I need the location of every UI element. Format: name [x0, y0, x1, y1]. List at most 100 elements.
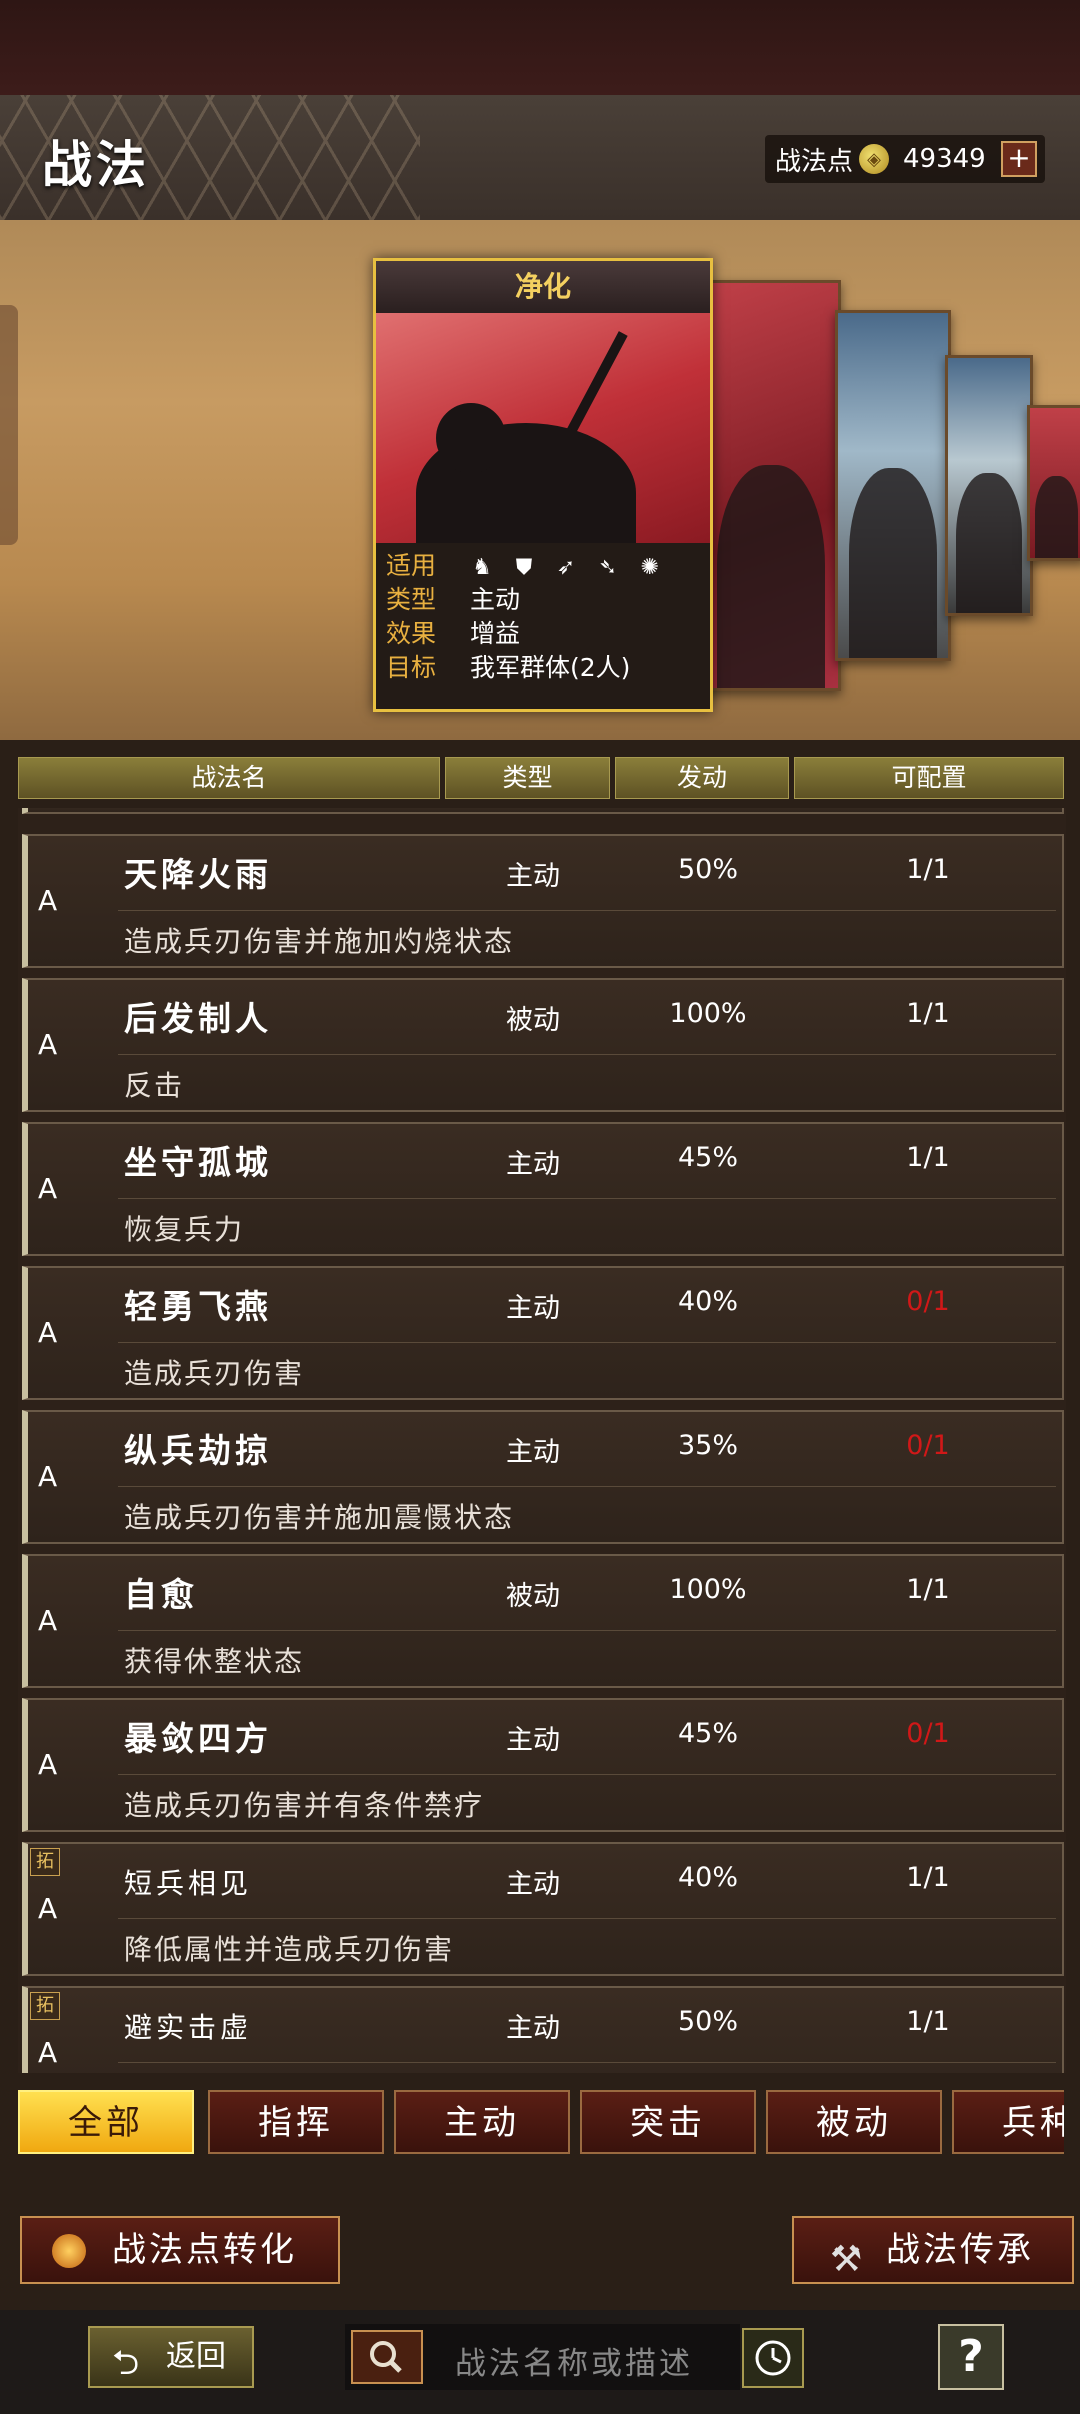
skill-trigger-rate: 35%: [677, 1430, 738, 1461]
skill-description: 恢复兵力: [124, 1213, 245, 1246]
skill-name: 后发制人: [124, 999, 272, 1038]
skill-type: 主动: [506, 1437, 560, 1468]
skill-config-count: 1/1: [906, 998, 950, 1029]
skill-trigger-rate: 45%: [677, 1142, 738, 1173]
convert-label: 战法点转化: [112, 2230, 297, 2270]
info-row-target: 目标 我军群体(2人): [386, 651, 700, 685]
skill-type: 主动: [506, 1293, 560, 1324]
info-value: 我军群体(2人): [470, 653, 631, 682]
skill-row[interactable]: A 纵兵劫掠 主动 35% 0/1 造成兵刃伤害并施加震慑状态: [22, 1410, 1064, 1544]
skill-card-preview[interactable]: [1027, 405, 1080, 561]
skill-name: 坐守孤城: [124, 1143, 272, 1182]
skill-row[interactable]: A 轻勇飞燕 主动 40% 0/1 造成兵刃伤害: [22, 1266, 1064, 1400]
column-header-name[interactable]: 战法名: [18, 757, 440, 799]
tab-assault[interactable]: 突击: [580, 2090, 756, 2154]
column-header-config[interactable]: 可配置: [794, 757, 1064, 799]
info-row-effect: 效果 增益: [386, 617, 700, 651]
tab-all[interactable]: 全部: [18, 2090, 194, 2154]
skill-config-count: 0/1: [906, 1430, 950, 1461]
side-handle[interactable]: [0, 305, 18, 545]
skill-row[interactable]: 拓 A 短兵相见 主动 40% 1/1 降低属性并造成兵刃伤害: [22, 1842, 1064, 1976]
shield-icon: ⛊: [515, 555, 533, 580]
skill-name: 轻勇飞燕: [124, 1287, 272, 1326]
skill-description: 获得休整状态: [124, 1645, 305, 1678]
search-button[interactable]: [351, 2330, 423, 2384]
convert-points-button[interactable]: 战法点转化: [20, 2216, 340, 2284]
extension-badge: 拓: [30, 1992, 60, 2020]
cavalry-icon: ♞: [472, 555, 492, 580]
top-bar: [0, 0, 1080, 95]
featured-skill-card[interactable]: 净化 适用 ♞ ⛊ ➶ ➴ ✺ 类型 主动 效果 增益 目标 我军群体(2人): [373, 258, 713, 712]
tactic-points-display: 战法点 ◈ 49349 +: [765, 135, 1045, 183]
tab-command[interactable]: 指挥: [208, 2090, 384, 2154]
fire-coin-icon: [52, 2234, 86, 2268]
skill-description: 造成兵刃伤害并有条件禁疗: [124, 1789, 485, 1822]
points-label: 战法点: [775, 146, 854, 177]
skill-trigger-rate: 100%: [669, 998, 747, 1029]
inherit-skill-button[interactable]: ⚒ 战法传承: [792, 2216, 1074, 2284]
skill-row[interactable]: A 自愈 被动 100% 1/1 获得休整状态: [22, 1554, 1064, 1688]
skill-row[interactable]: A 坐守孤城 主动 45% 1/1 恢复兵力: [22, 1122, 1064, 1256]
skill-name: 避实击虚: [124, 2011, 253, 2044]
info-value: 主动: [470, 585, 521, 614]
grade-label: A: [38, 884, 58, 917]
search-icon: [370, 2341, 402, 2373]
spear-icon: ➴: [598, 555, 618, 580]
skill-trigger-rate: 100%: [669, 1574, 747, 1605]
filter-tabs: 全部 指挥 主动 突击 被动 兵种: [18, 2084, 1064, 2162]
skill-name: 纵兵劫掠: [124, 1431, 272, 1470]
skill-config-count: 1/1: [906, 1574, 950, 1605]
skill-card-preview[interactable]: [700, 280, 841, 691]
page-title: 战法: [42, 135, 150, 194]
skill-card-preview[interactable]: [945, 355, 1033, 616]
skill-type: 主动: [506, 1869, 560, 1900]
tab-active[interactable]: 主动: [394, 2090, 570, 2154]
wheel-icon: ✺: [640, 555, 660, 580]
column-header-trigger[interactable]: 发动: [615, 757, 789, 799]
skill-description: 降低属性并造成兵刃伤害: [124, 1933, 455, 1966]
search-placeholder: 战法名称或描述: [455, 2346, 693, 2382]
search-input[interactable]: 战法名称或描述: [345, 2324, 740, 2390]
tab-troop[interactable]: 兵种: [952, 2090, 1064, 2154]
tab-passive[interactable]: 被动: [766, 2090, 942, 2154]
hammer-icon: ⚒: [830, 2239, 866, 2280]
grade-label: A: [38, 1460, 58, 1493]
skill-config-count: 1/1: [906, 1862, 950, 1893]
grade-label: A: [38, 1316, 58, 1349]
skill-row[interactable]: A 天降火雨 主动 50% 1/1 造成兵刃伤害并施加灼烧状态: [22, 834, 1064, 968]
skill-row[interactable]: 拓 A 避实击虚 主动 50% 1/1: [22, 1986, 1064, 2073]
skill-type: 主动: [506, 2013, 560, 2044]
add-points-button[interactable]: +: [1001, 141, 1037, 177]
grade-label: A: [38, 1028, 58, 1061]
featured-skill-name: 净化: [376, 261, 710, 313]
list-item-partial: [22, 808, 1064, 814]
skill-name: 暴敛四方: [124, 1719, 272, 1758]
bow-icon: ➶: [556, 555, 576, 580]
inherit-label: 战法传承: [886, 2230, 1034, 2270]
skill-card-preview[interactable]: [835, 310, 951, 661]
back-button[interactable]: ⮌ 返回: [88, 2326, 254, 2388]
skill-description: 反击: [124, 1069, 185, 1102]
skill-type: 主动: [506, 1725, 560, 1756]
grade-label: A: [38, 1748, 58, 1781]
skill-description: 造成兵刃伤害并施加震慑状态: [124, 1501, 515, 1534]
skill-row[interactable]: A 后发制人 被动 100% 1/1 反击: [22, 978, 1064, 1112]
featured-skill-info: 适用 ♞ ⛊ ➶ ➴ ✺ 类型 主动 效果 增益 目标 我军群体(2人): [376, 543, 710, 691]
skill-type: 被动: [506, 1581, 560, 1612]
skill-row[interactable]: A 暴敛四方 主动 45% 0/1 造成兵刃伤害并有条件禁疗: [22, 1698, 1064, 1832]
back-arrow-icon: ⮌: [112, 2343, 140, 2383]
column-header-type[interactable]: 类型: [445, 757, 610, 799]
grade-label: A: [38, 1604, 58, 1637]
skill-name: 自愈: [124, 1575, 198, 1614]
history-button[interactable]: [742, 2328, 804, 2388]
info-row-type: 类型 主动: [386, 583, 700, 617]
skill-list[interactable]: A 天降火雨 主动 50% 1/1 造成兵刃伤害并施加灼烧状态 A 后发制人 被…: [18, 808, 1066, 2073]
back-label: 返回: [166, 2339, 226, 2374]
skill-trigger-rate: 50%: [677, 2006, 738, 2037]
clock-icon: [755, 2340, 791, 2376]
grade-label: A: [38, 1892, 58, 1925]
troop-type-icons: ♞ ⛊ ➶ ➴ ✺: [470, 549, 672, 583]
info-key: 适用: [386, 551, 437, 580]
help-button[interactable]: ?: [938, 2324, 1004, 2390]
header: 战法 战法点 ◈ 49349 +: [0, 95, 1080, 220]
